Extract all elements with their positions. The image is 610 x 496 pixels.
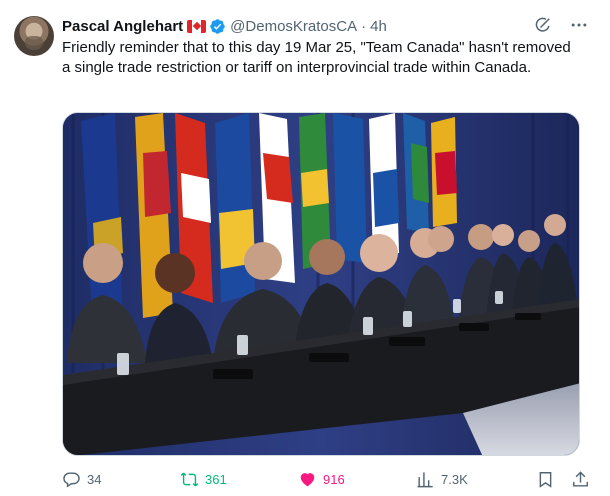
author-handle[interactable]: @DemosKratosCA	[230, 18, 357, 35]
repost-icon	[180, 472, 199, 486]
reply-button[interactable]: 34	[62, 470, 180, 489]
post-photo[interactable]	[62, 112, 580, 456]
post-timestamp[interactable]: 4h	[370, 18, 387, 35]
canada-flag-icon	[187, 19, 207, 33]
post-text: Friendly reminder that to this day 19 Ma…	[62, 39, 571, 76]
author-avatar[interactable]	[14, 16, 54, 56]
author-name[interactable]: Pascal Anglehart	[62, 18, 183, 35]
like-button[interactable]: 916	[298, 470, 416, 489]
post-top-icons	[532, 14, 590, 36]
reply-icon	[63, 471, 80, 488]
press-conference-photo	[63, 113, 579, 455]
post-header: Pascal Anglehart @DemosKratosCA · 4h	[62, 16, 387, 36]
reply-count: 34	[87, 471, 102, 487]
views-chart-icon	[417, 471, 433, 487]
post-actions: 34 361 916 7.3K	[62, 468, 590, 490]
right-actions	[536, 470, 590, 489]
like-count: 916	[323, 471, 345, 487]
grok-icon[interactable]	[532, 14, 554, 36]
verified-badge-icon	[209, 18, 226, 35]
repost-count: 361	[205, 471, 227, 487]
bookmark-icon[interactable]	[536, 470, 555, 489]
view-count: 7.3K	[441, 471, 468, 487]
share-icon[interactable]	[571, 470, 590, 489]
heart-icon	[300, 472, 315, 486]
more-icon[interactable]	[568, 14, 590, 36]
separator-dot: ·	[361, 17, 367, 35]
repost-button[interactable]: 361	[180, 470, 298, 489]
views-button[interactable]: 7.3K	[416, 470, 526, 489]
